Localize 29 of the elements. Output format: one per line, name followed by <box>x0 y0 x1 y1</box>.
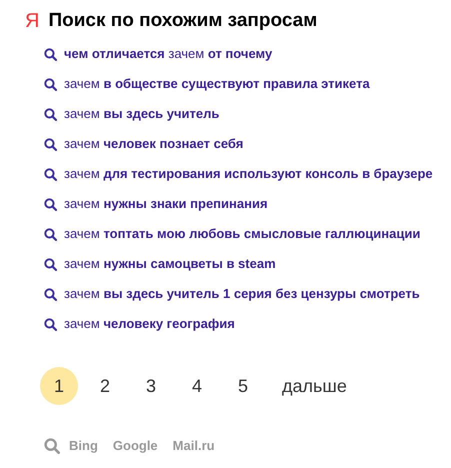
search-icon <box>44 198 57 210</box>
page-link[interactable]: 1 <box>40 367 78 405</box>
search-icon <box>44 78 57 90</box>
suggestion-link[interactable]: зачем вы здесь учитель 1 серия без цензуры смотреть <box>64 284 420 304</box>
page-link[interactable]: 4 <box>178 367 216 405</box>
page-link[interactable]: 5 <box>224 367 262 405</box>
section-title: Поиск по похожим запросам <box>48 9 318 33</box>
suggestion-link[interactable]: чем отличается зачем от почему <box>64 44 272 64</box>
page-link[interactable]: 2 <box>86 367 124 405</box>
suggestion-link[interactable]: зачем человеку география <box>64 314 235 334</box>
logo[interactable]: Я <box>25 9 40 33</box>
search-icon <box>44 48 57 60</box>
page-link[interactable]: 3 <box>132 367 170 405</box>
suggestion-link[interactable]: зачем топтать мою любовь смысловые галлюцинации <box>64 224 420 244</box>
suggestion-link[interactable]: зачем вы здесь учитель <box>64 104 220 124</box>
search-icon <box>44 108 57 120</box>
search-icon <box>44 438 60 454</box>
search-icon <box>44 138 57 150</box>
suggestion-link[interactable]: зачем нужны самоцветы в steam <box>64 254 276 274</box>
search-icon <box>44 168 57 180</box>
next-page-link[interactable]: дальше <box>282 372 347 400</box>
suggestion-link[interactable]: зачем в обществе существуют правила этикета <box>64 74 370 94</box>
search-icon <box>44 288 57 300</box>
search-icon <box>44 258 57 270</box>
suggestion-link[interactable]: зачем человек познает себя <box>64 134 244 154</box>
suggestion-link[interactable]: зачем для тестирования используют консоль в браузере <box>64 164 433 184</box>
suggestion-link[interactable]: зачем нужны знаки препинания <box>64 194 268 214</box>
search-icon <box>44 228 57 240</box>
search-icon <box>44 318 57 330</box>
